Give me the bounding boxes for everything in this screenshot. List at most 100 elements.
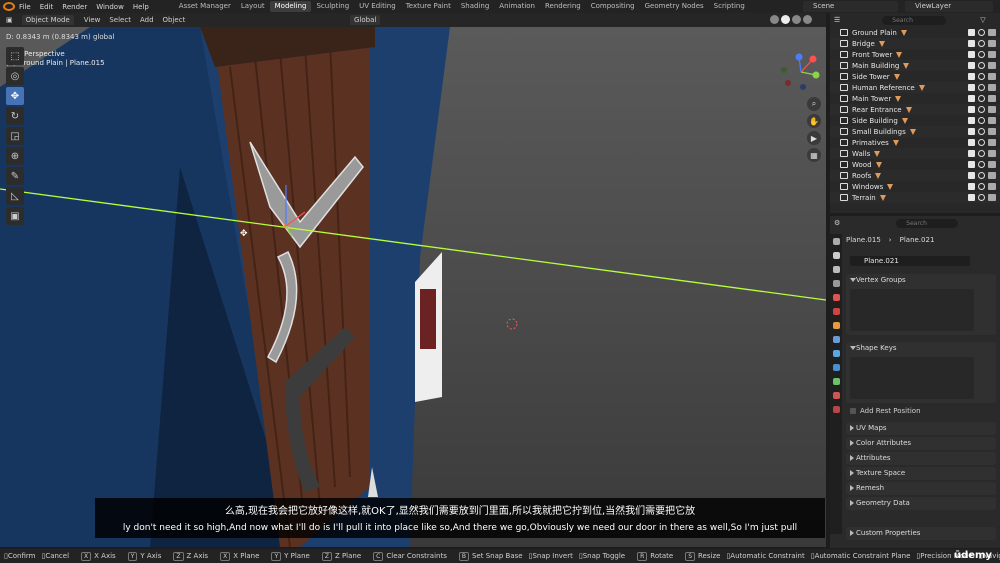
outliner-row[interactable]: Main Building bbox=[830, 60, 1000, 71]
3d-cursor-icon[interactable] bbox=[506, 318, 518, 330]
outliner-row[interactable]: Human Reference bbox=[830, 82, 1000, 93]
eye-icon[interactable] bbox=[978, 150, 985, 157]
select-box-tool-icon[interactable]: ⬚ bbox=[6, 47, 24, 65]
camera-icon[interactable] bbox=[988, 51, 996, 58]
viewport-menu-add[interactable]: Add bbox=[140, 16, 154, 24]
eye-icon[interactable] bbox=[978, 73, 985, 80]
properties-editor-icon[interactable]: ⚙ bbox=[834, 219, 840, 227]
move-tool-icon[interactable]: ✥ bbox=[6, 87, 24, 105]
perspective-toggle-icon[interactable]: ▦ bbox=[807, 148, 821, 162]
camera-icon[interactable] bbox=[988, 73, 996, 80]
cursor-tool-icon[interactable]: ◎ bbox=[6, 67, 24, 85]
include-checkbox[interactable] bbox=[968, 95, 975, 102]
color-attributes-panel[interactable]: Color Attributes bbox=[846, 437, 996, 450]
menu-item-help[interactable]: Help bbox=[133, 3, 149, 11]
viewport-menu-object[interactable]: Object bbox=[163, 16, 186, 24]
outliner-row[interactable]: Main Tower bbox=[830, 93, 1000, 104]
pan-hand-icon[interactable]: ✋ bbox=[807, 114, 821, 128]
view-layer-tab-icon[interactable] bbox=[832, 280, 840, 287]
shape-keys-header[interactable]: Shape Keys bbox=[846, 342, 996, 355]
outliner-row[interactable]: Primatives bbox=[830, 137, 1000, 148]
tab-asset-manager[interactable]: Asset Manager bbox=[174, 1, 236, 12]
rotate-tool-icon[interactable]: ↻ bbox=[6, 107, 24, 125]
zoom-icon[interactable]: ⌕ bbox=[807, 97, 821, 111]
tab-scripting[interactable]: Scripting bbox=[709, 1, 750, 12]
outliner-row[interactable]: Wood bbox=[830, 159, 1000, 170]
scale-tool-icon[interactable]: ◲ bbox=[6, 127, 24, 145]
3d-viewport[interactable]: ✥ D: 0.8343 m (0.8343 m) global User Per… bbox=[0, 27, 826, 547]
camera-icon[interactable] bbox=[988, 62, 996, 69]
uv-maps-panel[interactable]: UV Maps bbox=[846, 422, 996, 435]
camera-icon[interactable] bbox=[988, 106, 996, 113]
tab-uv-editing[interactable]: UV Editing bbox=[354, 1, 401, 12]
eye-icon[interactable] bbox=[978, 40, 985, 47]
texture-space-header[interactable]: Texture Space bbox=[846, 467, 996, 480]
annotate-tool-icon[interactable]: ✎ bbox=[6, 167, 24, 185]
camera-icon[interactable] bbox=[988, 128, 996, 135]
attributes-panel[interactable]: Attributes bbox=[846, 452, 996, 465]
eye-icon[interactable] bbox=[978, 84, 985, 91]
scene-selector[interactable]: Scene bbox=[803, 1, 898, 12]
world-tab-icon[interactable] bbox=[832, 308, 840, 315]
editor-type-icon[interactable]: ▣ bbox=[6, 16, 13, 24]
object-tab-icon[interactable] bbox=[832, 322, 840, 329]
eye-icon[interactable] bbox=[978, 172, 985, 179]
camera-view-icon[interactable]: ▶ bbox=[807, 131, 821, 145]
outliner-row[interactable]: Side Building bbox=[830, 115, 1000, 126]
outliner-row[interactable]: Rear Entrance bbox=[830, 104, 1000, 115]
eye-icon[interactable] bbox=[978, 194, 985, 201]
blender-logo-icon[interactable] bbox=[3, 2, 15, 11]
include-checkbox[interactable] bbox=[968, 128, 975, 135]
camera-icon[interactable] bbox=[988, 84, 996, 91]
outliner-editor-icon[interactable]: ☰ bbox=[834, 16, 840, 24]
camera-icon[interactable] bbox=[988, 29, 996, 36]
include-checkbox[interactable] bbox=[968, 183, 975, 190]
tab-compositing[interactable]: Compositing bbox=[586, 1, 640, 12]
outliner-search-input[interactable]: Search bbox=[882, 15, 947, 25]
camera-icon[interactable] bbox=[988, 183, 996, 190]
vertex-groups-list[interactable] bbox=[850, 289, 974, 331]
camera-icon[interactable] bbox=[988, 150, 996, 157]
tab-shading[interactable]: Shading bbox=[456, 1, 494, 12]
outliner-row[interactable]: Ground Plain bbox=[830, 27, 1000, 38]
texture-tab-icon[interactable] bbox=[832, 406, 840, 413]
geometry-data-header[interactable]: Geometry Data bbox=[846, 497, 996, 510]
outliner-row[interactable]: Small Buildings bbox=[830, 126, 1000, 137]
outliner-row[interactable]: Front Tower bbox=[830, 49, 1000, 60]
add-cube-tool-icon[interactable]: ▣ bbox=[6, 207, 24, 225]
output-tab-icon[interactable] bbox=[832, 266, 840, 273]
object-mode-dropdown[interactable]: Object Mode bbox=[21, 15, 74, 25]
eye-icon[interactable] bbox=[978, 62, 985, 69]
scene-tab-icon[interactable] bbox=[832, 294, 840, 301]
shape-keys-list[interactable] bbox=[850, 357, 974, 399]
menu-item-render[interactable]: Render bbox=[62, 3, 87, 11]
camera-icon[interactable] bbox=[988, 117, 996, 124]
uv-maps-header[interactable]: UV Maps bbox=[846, 422, 996, 435]
tab-rendering[interactable]: Rendering bbox=[540, 1, 586, 12]
outliner-row[interactable]: Windows bbox=[830, 181, 1000, 192]
camera-icon[interactable] bbox=[988, 172, 996, 179]
viewport-menu-select[interactable]: Select bbox=[109, 16, 131, 24]
include-checkbox[interactable] bbox=[968, 84, 975, 91]
wireframe-shading-icon[interactable] bbox=[770, 15, 779, 24]
rendered-shading-icon[interactable] bbox=[803, 15, 812, 24]
add-rest-position-checkbox[interactable] bbox=[850, 408, 856, 414]
attributes-header[interactable]: Attributes bbox=[846, 452, 996, 465]
include-checkbox[interactable] bbox=[968, 194, 975, 201]
eye-icon[interactable] bbox=[978, 139, 985, 146]
outliner-row[interactable]: Side Tower bbox=[830, 71, 1000, 82]
tab-geometry-nodes[interactable]: Geometry Nodes bbox=[640, 1, 709, 12]
menu-item-window[interactable]: Window bbox=[96, 3, 124, 11]
navigation-gizmo[interactable] bbox=[778, 49, 824, 95]
particles-tab-icon[interactable] bbox=[832, 350, 840, 357]
eye-icon[interactable] bbox=[978, 183, 985, 190]
data-tab-icon[interactable] bbox=[832, 378, 840, 385]
tab-sculpting[interactable]: Sculpting bbox=[311, 1, 354, 12]
camera-icon[interactable] bbox=[988, 161, 996, 168]
camera-icon[interactable] bbox=[988, 95, 996, 102]
include-checkbox[interactable] bbox=[968, 161, 975, 168]
modifiers-tab-icon[interactable] bbox=[832, 336, 840, 343]
solid-shading-icon[interactable] bbox=[781, 15, 790, 24]
transform-orientation-dropdown[interactable]: Global bbox=[350, 15, 381, 25]
measure-tool-icon[interactable]: ◺ bbox=[6, 187, 24, 205]
